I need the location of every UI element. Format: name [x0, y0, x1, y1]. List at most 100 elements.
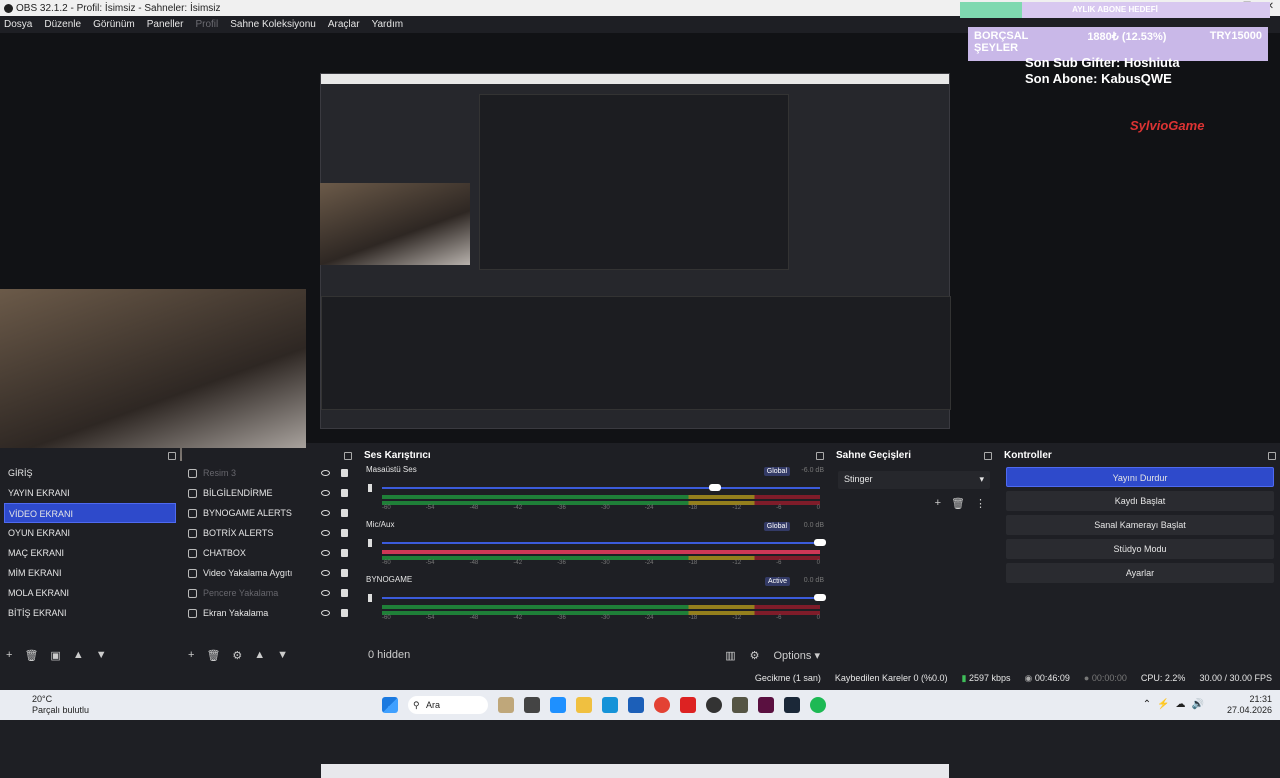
windows-start-icon[interactable] — [382, 697, 398, 713]
edge-icon[interactable] — [602, 697, 618, 713]
dock-float-icon[interactable] — [984, 451, 992, 460]
mixer-options-button[interactable]: Options ▾ — [774, 649, 821, 662]
remove-scene-icon[interactable]: 🗑 — [24, 649, 38, 662]
preview-canvas[interactable] — [0, 33, 1280, 778]
app-icon[interactable] — [758, 697, 774, 713]
add-transition-icon[interactable]: + — [935, 497, 941, 510]
lock-icon[interactable] — [341, 549, 348, 557]
lock-icon[interactable] — [341, 609, 348, 617]
menu-item-3[interactable]: Paneller — [147, 19, 184, 30]
lock-icon[interactable] — [341, 569, 348, 577]
scene-item[interactable]: BİTİŞ EKRANI — [0, 603, 180, 623]
taskbar-search[interactable]: ⚲ Ara — [408, 696, 488, 714]
lock-icon[interactable] — [341, 489, 348, 497]
widgets-icon[interactable] — [498, 697, 514, 713]
scene-item[interactable]: MİM EKRANI — [0, 563, 180, 583]
speaker-icon[interactable] — [368, 594, 376, 602]
volume-slider[interactable] — [382, 484, 820, 491]
source-item[interactable]: CHATBOX — [182, 543, 356, 563]
speaker-icon[interactable] — [368, 484, 376, 492]
move-down-icon[interactable]: ▼ — [96, 649, 107, 662]
source-item[interactable]: BOTRİX ALERTS — [182, 523, 356, 543]
weather-widget[interactable]: 20°C Parçalı bulutlu — [32, 694, 89, 716]
move-down-icon[interactable]: ▼ — [277, 649, 288, 662]
visibility-eye-icon[interactable] — [321, 490, 330, 496]
source-properties-icon[interactable]: ⚙ — [232, 649, 242, 662]
lock-icon[interactable] — [341, 589, 348, 597]
move-up-icon[interactable]: ▲ — [254, 649, 265, 662]
dock-float-icon[interactable] — [816, 451, 824, 460]
transition-menu-icon[interactable]: ⋮ — [975, 497, 986, 510]
visibility-eye-icon[interactable] — [321, 590, 330, 596]
transition-select[interactable]: Stinger ▾ — [838, 471, 990, 489]
meter-tick: -48 — [469, 615, 479, 621]
app-icon[interactable] — [628, 697, 644, 713]
remove-transition-icon[interactable]: 🗑 — [951, 497, 965, 510]
control-button[interactable]: Kaydı Başlat — [1006, 491, 1274, 511]
source-item[interactable]: Pencere Yakalama — [182, 583, 356, 603]
lock-icon[interactable] — [341, 509, 348, 517]
scene-item[interactable]: MOLA EKRANI — [0, 583, 180, 603]
volume-knob[interactable] — [708, 484, 721, 491]
menu-item-1[interactable]: Düzenle — [44, 19, 81, 30]
dock-float-icon[interactable] — [1268, 451, 1276, 460]
spotify-icon[interactable] — [810, 697, 826, 713]
file-explorer-icon[interactable] — [576, 697, 592, 713]
menu-item-5[interactable]: Sahne Koleksiyonu — [230, 19, 316, 30]
add-source-icon[interactable]: + — [188, 649, 194, 662]
store-icon[interactable] — [550, 697, 566, 713]
menu-item-0[interactable]: Dosya — [4, 19, 32, 30]
meter-tick: -30 — [600, 615, 610, 621]
move-up-icon[interactable]: ▲ — [73, 649, 84, 662]
steam-icon[interactable] — [784, 697, 800, 713]
source-item[interactable]: Resim 3 — [182, 463, 356, 483]
menu-item-4[interactable]: Profil — [195, 19, 218, 30]
control-button[interactable]: Yayını Durdur — [1006, 467, 1274, 487]
menu-item-6[interactable]: Araçlar — [328, 19, 360, 30]
obs-icon[interactable] — [706, 697, 722, 713]
youtube-icon[interactable] — [680, 697, 696, 713]
visibility-eye-icon[interactable] — [321, 610, 330, 616]
task-view-icon[interactable] — [524, 697, 540, 713]
lock-icon[interactable] — [341, 529, 348, 537]
volume-knob[interactable] — [814, 594, 826, 601]
scene-filter-icon[interactable]: ▣ — [50, 649, 60, 662]
app-icon[interactable] — [732, 697, 748, 713]
source-item[interactable]: BYNOGAME ALERTS — [182, 503, 356, 523]
volume-slider[interactable] — [382, 539, 826, 546]
scene-item[interactable]: OYUN EKRANI — [0, 523, 180, 543]
scene-item[interactable]: MAÇ EKRANI — [0, 543, 180, 563]
mixer-settings-icon[interactable]: ⚙ — [750, 649, 760, 662]
dock-float-icon[interactable] — [344, 451, 352, 460]
volume-slider[interactable] — [382, 594, 826, 601]
chrome-icon[interactable] — [654, 697, 670, 713]
source-item[interactable]: BİLGİLENDİRME — [182, 483, 356, 503]
scene-item[interactable]: VİDEO EKRANI — [4, 503, 176, 523]
source-item[interactable]: Video Yakalama Aygıtı — [182, 563, 356, 583]
volume-knob[interactable] — [814, 539, 826, 546]
lock-icon[interactable] — [341, 469, 348, 477]
remove-source-icon[interactable]: 🗑 — [206, 649, 220, 662]
system-tray[interactable]: ⌃⚡☁🔊 — [1143, 699, 1210, 710]
scene-item[interactable]: YAYIN EKRANI — [0, 483, 180, 503]
taskbar-clock[interactable]: 21:31 27.04.2026 — [1227, 694, 1272, 716]
visibility-eye-icon[interactable] — [321, 510, 330, 516]
add-scene-icon[interactable]: + — [6, 649, 12, 662]
visibility-eye-icon[interactable] — [321, 570, 330, 576]
control-button[interactable]: Sanal Kamerayı Başlat — [1006, 515, 1274, 535]
control-button[interactable]: Stüdyo Modu — [1006, 539, 1274, 559]
mixer-layout-icon[interactable]: ▥ — [725, 649, 735, 662]
control-button[interactable]: Ayarlar — [1006, 563, 1274, 583]
hidden-count[interactable]: 0 hidden — [368, 649, 410, 662]
source-item[interactable]: Ekran Yakalama — [182, 603, 356, 623]
visibility-eye-icon[interactable] — [321, 530, 330, 536]
menu-item-2[interactable]: Görünüm — [93, 19, 135, 30]
camera-icon — [188, 568, 197, 578]
scene-item[interactable]: GİRİŞ — [0, 463, 180, 483]
speaker-icon[interactable] — [368, 539, 376, 547]
visibility-eye-icon[interactable] — [321, 470, 330, 476]
visibility-eye-icon[interactable] — [321, 550, 330, 556]
dock-float-icon[interactable] — [168, 451, 176, 460]
menu-item-7[interactable]: Yardım — [372, 19, 404, 30]
webcam-feed — [0, 289, 306, 461]
